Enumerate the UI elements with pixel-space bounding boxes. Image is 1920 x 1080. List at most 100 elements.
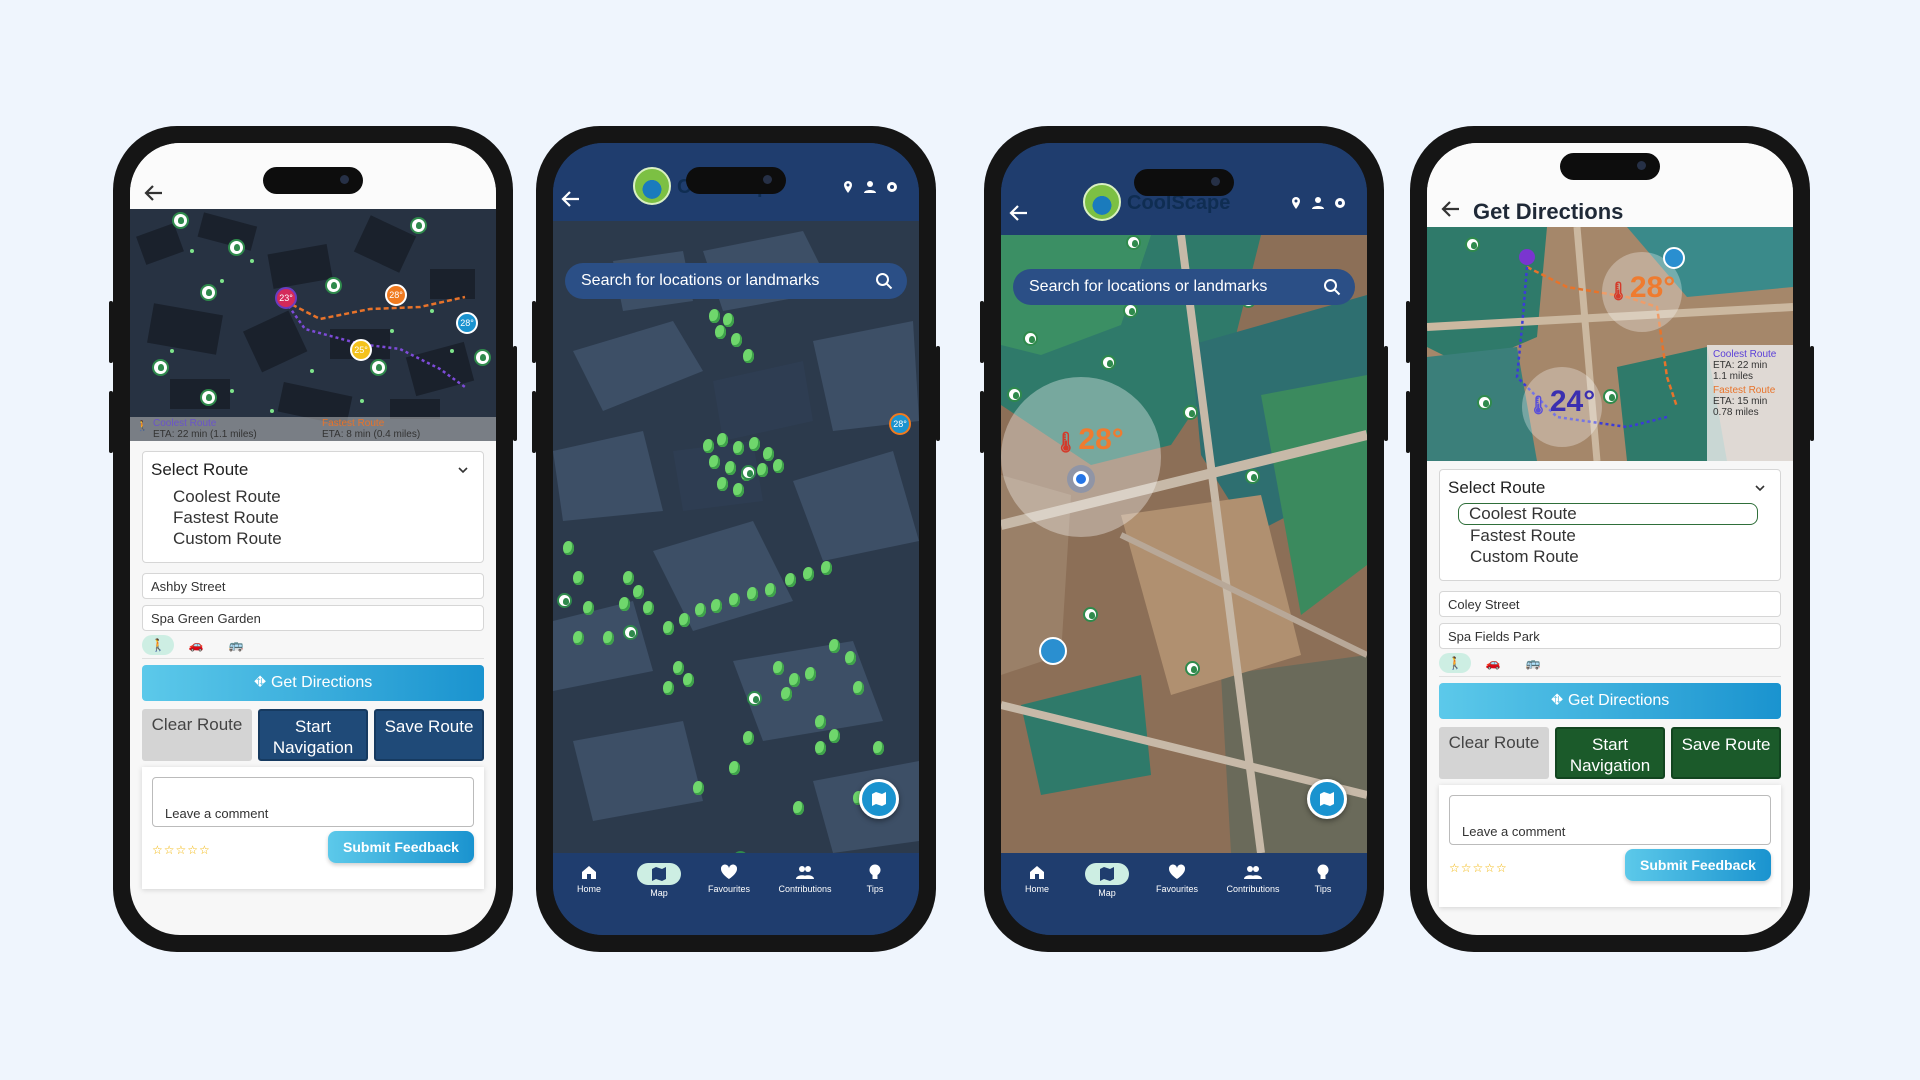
screen: CoolScape bbox=[553, 143, 919, 935]
cool-spot-pin-icon[interactable] bbox=[325, 277, 342, 294]
from-field[interactable]: Ashby Street bbox=[142, 573, 484, 599]
route-option-coolest[interactable]: Coolest Route bbox=[173, 487, 281, 507]
start-navigation-button[interactable]: Start Navigation bbox=[1555, 727, 1665, 779]
select-route-dropdown[interactable]: Select Route Coolest Route Fastest Route… bbox=[1439, 469, 1781, 581]
temperature-badge[interactable]: 25° bbox=[350, 339, 372, 361]
cool-spot-pin-icon[interactable] bbox=[1023, 331, 1038, 346]
nav-contributions[interactable]: Contributions bbox=[1218, 863, 1288, 894]
nav-tips[interactable]: Tips bbox=[1288, 863, 1358, 894]
temperature-badge[interactable]: 28° bbox=[385, 284, 407, 306]
phone-map-trees: CoolScape bbox=[532, 126, 940, 952]
water-drop-pin-icon[interactable] bbox=[1126, 235, 1141, 250]
bus-mode-icon[interactable]: 🚌 bbox=[220, 635, 252, 655]
route-option-custom[interactable]: Custom Route bbox=[173, 529, 282, 549]
cool-spot-pin-icon[interactable] bbox=[1477, 395, 1492, 410]
clear-route-button[interactable]: Clear Route bbox=[1439, 727, 1549, 779]
location-pin-icon[interactable] bbox=[841, 180, 855, 194]
cool-spot-pin-icon[interactable] bbox=[1007, 387, 1022, 402]
cool-spot-pin-icon[interactable] bbox=[172, 212, 189, 229]
cool-spot-pin-icon[interactable] bbox=[410, 217, 427, 234]
cool-spot-pin-icon[interactable] bbox=[623, 625, 638, 640]
save-route-button[interactable]: Save Route bbox=[374, 709, 484, 761]
save-route-button[interactable]: Save Route bbox=[1671, 727, 1781, 779]
cool-spot-pin-icon[interactable] bbox=[228, 239, 245, 256]
settings-gear-icon[interactable] bbox=[1333, 196, 1347, 210]
cool-spot-pin-icon[interactable] bbox=[557, 593, 572, 608]
cool-spot-pin-icon[interactable] bbox=[200, 389, 217, 406]
route-option-fastest[interactable]: Fastest Route bbox=[1470, 526, 1576, 546]
back-arrow-icon[interactable] bbox=[559, 187, 583, 211]
search-icon[interactable] bbox=[875, 272, 893, 290]
nav-favourites[interactable]: Favourites bbox=[1142, 863, 1212, 894]
cool-spot-pin-icon[interactable] bbox=[370, 359, 387, 376]
comment-input[interactable]: Leave a comment bbox=[152, 777, 474, 827]
car-mode-icon[interactable]: 🚗 bbox=[1477, 653, 1509, 673]
cool-spot-pin-icon[interactable] bbox=[1245, 469, 1260, 484]
water-drop-icon[interactable] bbox=[1039, 637, 1067, 665]
route-heat-map[interactable]: 🌡28° 🌡24° Coolest Route ETA: 22 min 1.1 … bbox=[1427, 227, 1793, 461]
start-navigation-button[interactable]: Start Navigation bbox=[258, 709, 368, 761]
cool-spot-pin-icon[interactable] bbox=[1185, 661, 1200, 676]
select-route-dropdown[interactable]: Select Route Coolest Route Fastest Route… bbox=[142, 451, 484, 563]
cool-spot-pin-icon[interactable] bbox=[152, 359, 169, 376]
map-layers-button[interactable] bbox=[1307, 779, 1347, 819]
nav-favourites[interactable]: Favourites bbox=[694, 863, 764, 894]
route-option-coolest[interactable]: Coolest Route bbox=[1458, 503, 1758, 525]
map-layers-button[interactable] bbox=[859, 779, 899, 819]
cool-spot-pin-icon[interactable] bbox=[741, 465, 756, 480]
nav-home[interactable]: Home bbox=[1002, 863, 1072, 894]
feedback-card: Leave a comment ☆☆☆☆☆ Submit Feedback bbox=[142, 767, 484, 889]
cool-spot-pin-icon[interactable] bbox=[1183, 405, 1198, 420]
to-field[interactable]: Spa Green Garden bbox=[142, 605, 484, 631]
cool-spot-pin-icon[interactable] bbox=[1101, 355, 1116, 370]
back-arrow-icon[interactable] bbox=[142, 181, 166, 205]
heat-map[interactable]: 🌡28° bbox=[1001, 235, 1367, 853]
profile-icon[interactable] bbox=[863, 180, 877, 194]
water-drop-icon[interactable] bbox=[1663, 247, 1685, 269]
map-buildings bbox=[136, 212, 475, 426]
3d-map[interactable]: 28° bbox=[553, 221, 919, 853]
walk-mode-icon[interactable]: 🚶 bbox=[142, 635, 174, 655]
route-map[interactable]: 23° 28° 25° 28° 🚶 Coolest Route ETA: 22 … bbox=[130, 209, 496, 441]
to-field[interactable]: Spa Fields Park bbox=[1439, 623, 1781, 649]
rating-stars[interactable]: ☆☆☆☆☆ bbox=[152, 843, 211, 857]
nav-map[interactable]: Map bbox=[624, 863, 694, 898]
rating-stars[interactable]: ☆☆☆☆☆ bbox=[1449, 861, 1508, 875]
search-input[interactable]: Search for locations or landmarks bbox=[1013, 269, 1355, 305]
location-pin-icon[interactable] bbox=[1289, 196, 1303, 210]
nav-map[interactable]: Map bbox=[1072, 863, 1142, 898]
back-arrow-icon[interactable] bbox=[1007, 201, 1031, 225]
current-location-dot bbox=[1073, 471, 1089, 487]
submit-feedback-button[interactable]: Submit Feedback bbox=[1625, 849, 1771, 881]
temperature-badge[interactable]: 23° bbox=[275, 287, 297, 309]
cool-spot-pin-icon[interactable] bbox=[474, 349, 491, 366]
temperature-badge[interactable]: 28° bbox=[889, 413, 911, 435]
cool-spot-pin-icon[interactable] bbox=[200, 284, 217, 301]
submit-feedback-button[interactable]: Submit Feedback bbox=[328, 831, 474, 863]
comment-input[interactable]: Leave a comment bbox=[1449, 795, 1771, 845]
get-directions-button[interactable]: ⛖ Get Directions bbox=[142, 665, 484, 701]
walk-mode-icon[interactable]: 🚶 bbox=[1439, 653, 1471, 673]
search-icon[interactable] bbox=[1323, 278, 1341, 296]
route-option-fastest[interactable]: Fastest Route bbox=[173, 508, 279, 528]
nav-home[interactable]: Home bbox=[554, 863, 624, 894]
cool-spot-pin-icon[interactable] bbox=[747, 691, 762, 706]
cool-spot-pin-icon[interactable] bbox=[1123, 303, 1138, 318]
back-arrow-icon[interactable] bbox=[1439, 197, 1463, 221]
from-field[interactable]: Coley Street bbox=[1439, 591, 1781, 617]
settings-gear-icon[interactable] bbox=[885, 180, 899, 194]
cool-spot-pin-icon[interactable] bbox=[1603, 389, 1618, 404]
cool-spot-pin-icon[interactable] bbox=[1083, 607, 1098, 622]
temperature-badge[interactable]: 28° bbox=[456, 312, 478, 334]
route-option-custom[interactable]: Custom Route bbox=[1470, 547, 1579, 567]
search-input[interactable]: Search for locations or landmarks bbox=[565, 263, 907, 299]
profile-icon[interactable] bbox=[1311, 196, 1325, 210]
car-mode-icon[interactable]: 🚗 bbox=[180, 635, 212, 655]
clear-route-button[interactable]: Clear Route bbox=[142, 709, 252, 761]
nav-contributions[interactable]: Contributions bbox=[770, 863, 840, 894]
get-directions-button[interactable]: ⛖ Get Directions bbox=[1439, 683, 1781, 719]
bus-mode-icon[interactable]: 🚌 bbox=[1517, 653, 1549, 673]
cool-spot-pin-icon[interactable] bbox=[1465, 237, 1480, 252]
nav-tips[interactable]: Tips bbox=[840, 863, 910, 894]
nav-label: Tips bbox=[866, 884, 884, 894]
